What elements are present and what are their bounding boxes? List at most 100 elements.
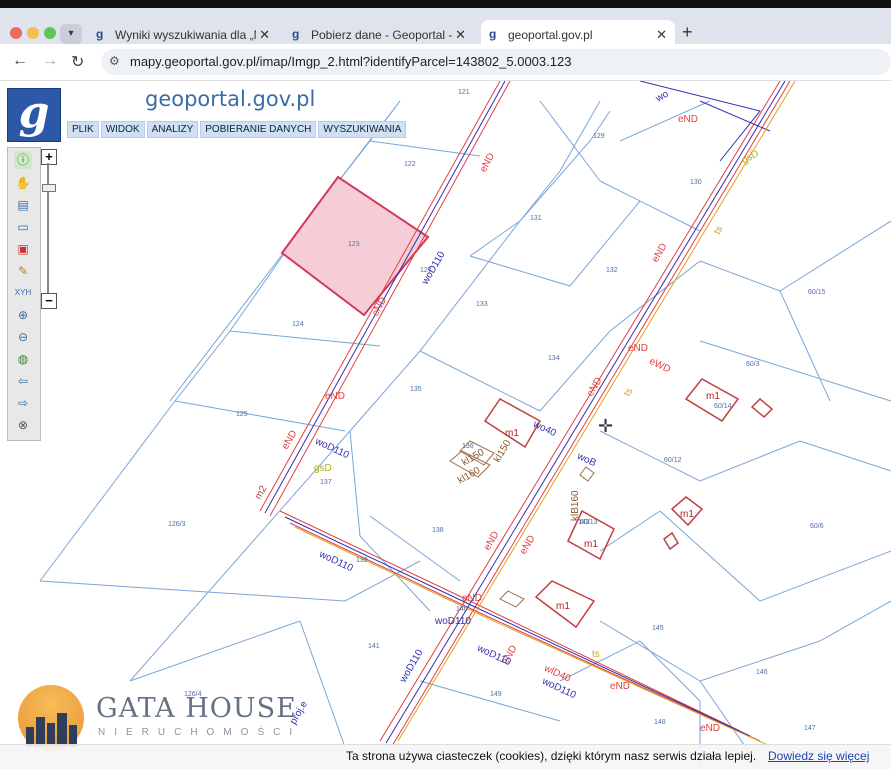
info-icon[interactable]: ⓘ bbox=[14, 151, 32, 169]
window-top-edge bbox=[0, 0, 891, 8]
crosshair-cursor-icon: ✛ bbox=[598, 416, 614, 436]
parcel-label-148: 148 bbox=[654, 719, 666, 726]
tab-search-chevron-icon[interactable]: ▾ bbox=[60, 24, 82, 44]
utility-label-end: eND bbox=[678, 114, 699, 125]
zoom-track bbox=[47, 163, 49, 293]
utility-label-m1: m1 bbox=[680, 509, 694, 520]
menu-plik[interactable]: PLIK bbox=[67, 121, 99, 138]
close-window-button[interactable] bbox=[10, 27, 22, 39]
geoportal-favicon-icon: g bbox=[96, 27, 104, 41]
layers-list-icon[interactable]: ▤ bbox=[14, 196, 32, 214]
parcel-label-60-13: 60/13 bbox=[580, 519, 598, 526]
delete-selection-icon[interactable]: ▣ bbox=[14, 240, 32, 258]
parcel-label-60-6: 60/6 bbox=[810, 523, 824, 530]
back-arrow-icon[interactable]: ⇦ bbox=[14, 372, 32, 390]
site-settings-icon[interactable]: ⚙ bbox=[109, 54, 120, 68]
map-toolbar: ⓘ ✋ ▤ ▭ ▣ ✎ XYH ⊕ ⊖ ◍ ⇦ ⇨ ⊗ bbox=[7, 147, 41, 441]
parcel-label-132: 132 bbox=[606, 267, 618, 274]
parcel-label-125: 125 bbox=[236, 411, 248, 418]
new-tab-plus-icon[interactable]: + bbox=[682, 22, 693, 43]
parcel-label-60-12: 60/12 bbox=[664, 457, 682, 464]
utility-label-wod110: woD110 bbox=[435, 616, 471, 627]
utility-label-end: eND bbox=[610, 681, 631, 692]
url-field[interactable]: ⚙ mapy.geoportal.gov.pl/imap/Imgp_2.html… bbox=[101, 49, 891, 75]
parcel-boundaries bbox=[39, 100, 891, 768]
main-menu: PLIK WIDOK ANALIZY POBIERANIE DANYCH WYS… bbox=[67, 121, 407, 138]
geoportal-favicon-icon: g bbox=[489, 27, 497, 41]
coordinates-xy-icon[interactable]: XYH bbox=[14, 284, 32, 302]
cookie-more-link[interactable]: Dowiedz się więcej bbox=[768, 749, 869, 763]
parcel-label-136: 136 bbox=[462, 443, 474, 450]
utility-label-gsd: gsD bbox=[314, 463, 332, 474]
zoom-minus-button[interactable]: − bbox=[41, 293, 57, 309]
parcel-label-131: 131 bbox=[530, 215, 542, 222]
measure-compass-icon[interactable]: ⊗ bbox=[14, 416, 32, 434]
map-viewport[interactable]: 121 122 123 124 125 126/3 126/4 127 129 130 131 132… bbox=[0, 81, 891, 768]
parcel-label-149: 149 bbox=[490, 691, 502, 698]
utility-label-ts: ts bbox=[592, 649, 600, 660]
tab-bar: ▾ g Wyniki wyszukiwania dla „Ms ✕ g Pobi… bbox=[0, 8, 891, 50]
cookie-text: Ta strona używa ciasteczek (cookies), dz… bbox=[346, 749, 757, 763]
back-arrow-icon[interactable]: ← bbox=[12, 52, 28, 70]
parcel-label-60-3: 60/3 bbox=[746, 361, 760, 368]
parcel-label-145: 145 bbox=[652, 625, 664, 632]
parcel-label-126-3: 126/3 bbox=[168, 521, 186, 528]
pan-hand-icon[interactable]: ✋ bbox=[14, 174, 32, 192]
zoom-in-icon[interactable]: ⊕ bbox=[14, 306, 32, 324]
zoom-slider[interactable]: + − bbox=[40, 147, 57, 309]
zoom-window-button[interactable] bbox=[44, 27, 56, 39]
geoportal-favicon-icon: g bbox=[292, 27, 300, 41]
parcel-map[interactable] bbox=[0, 81, 891, 768]
utility-label-end: eND bbox=[628, 343, 649, 354]
reload-icon[interactable]: ↻ bbox=[71, 52, 84, 72]
parcel-label-137: 137 bbox=[320, 479, 332, 486]
utility-label-end: eND bbox=[700, 723, 721, 734]
utility-label-klb160: klB160 bbox=[570, 490, 581, 521]
menu-wyszukiwania[interactable]: WYSZUKIWANIA bbox=[318, 121, 407, 138]
parcel-label-60-15: 60/15 bbox=[808, 289, 826, 296]
globe-icon[interactable]: ◍ bbox=[14, 350, 32, 368]
parcel-label-146: 146 bbox=[756, 669, 768, 676]
forward-arrow-icon[interactable]: → bbox=[42, 52, 58, 70]
parcel-label-129: 129 bbox=[593, 133, 605, 140]
parcel-label-60-14: 60/14 bbox=[714, 403, 732, 410]
parcel-label-139: 139 bbox=[356, 557, 368, 564]
parcel-label-141: 141 bbox=[368, 643, 380, 650]
pencil-icon[interactable]: ✎ bbox=[14, 262, 32, 280]
zoom-plus-button[interactable]: + bbox=[41, 149, 57, 165]
watermark-subtitle: NIERUCHOMOŚCI bbox=[98, 727, 302, 738]
parcel-label-134: 134 bbox=[548, 355, 560, 362]
utility-label-m1: m1 bbox=[584, 539, 598, 550]
zoom-thumb[interactable] bbox=[42, 184, 56, 192]
menu-pobieranie-danych[interactable]: POBIERANIE DANYCH bbox=[200, 121, 317, 138]
parcel-label-121: 121 bbox=[458, 89, 470, 96]
utility-label-end: eND bbox=[462, 593, 483, 604]
parcel-label-138: 138 bbox=[432, 527, 444, 534]
parcel-label-140: 140 bbox=[456, 606, 468, 613]
brand-title: geoportal.gov.pl bbox=[145, 87, 316, 111]
parcel-label-147: 147 bbox=[804, 725, 816, 732]
cookie-banner: Ta strona używa ciasteczek (cookies), dz… bbox=[0, 744, 891, 769]
utility-label-m1: m1 bbox=[505, 428, 519, 439]
address-bar: ← → ↻ ⚙ mapy.geoportal.gov.pl/imap/Imgp_… bbox=[0, 44, 891, 81]
parcel-label-124: 124 bbox=[292, 321, 304, 328]
parcel-label-122: 122 bbox=[404, 161, 416, 168]
zoom-out-icon[interactable]: ⊖ bbox=[14, 328, 32, 346]
buildings bbox=[483, 378, 774, 629]
forward-arrow-icon[interactable]: ⇨ bbox=[14, 394, 32, 412]
logo-letter: g bbox=[18, 87, 50, 138]
parcel-label-135: 135 bbox=[410, 386, 422, 393]
select-area-icon[interactable]: ▭ bbox=[14, 218, 32, 236]
url-text: mapy.geoportal.gov.pl/imap/Imgp_2.html?i… bbox=[130, 54, 572, 69]
utility-label-m1: m1 bbox=[556, 601, 570, 612]
watermark-name: GATA HOUSE bbox=[96, 693, 297, 724]
minimize-window-button[interactable] bbox=[27, 27, 39, 39]
parcel-label-133: 133 bbox=[476, 301, 488, 308]
parcel-label-123: 123 bbox=[348, 241, 360, 248]
menu-widok[interactable]: WIDOK bbox=[100, 121, 145, 138]
geoportal-logo[interactable]: g bbox=[7, 88, 61, 142]
small-structures bbox=[449, 440, 595, 608]
watermark-city-icon bbox=[24, 711, 79, 747]
utility-label-end: eND bbox=[325, 391, 346, 402]
menu-analizy[interactable]: ANALIZY bbox=[146, 121, 199, 138]
